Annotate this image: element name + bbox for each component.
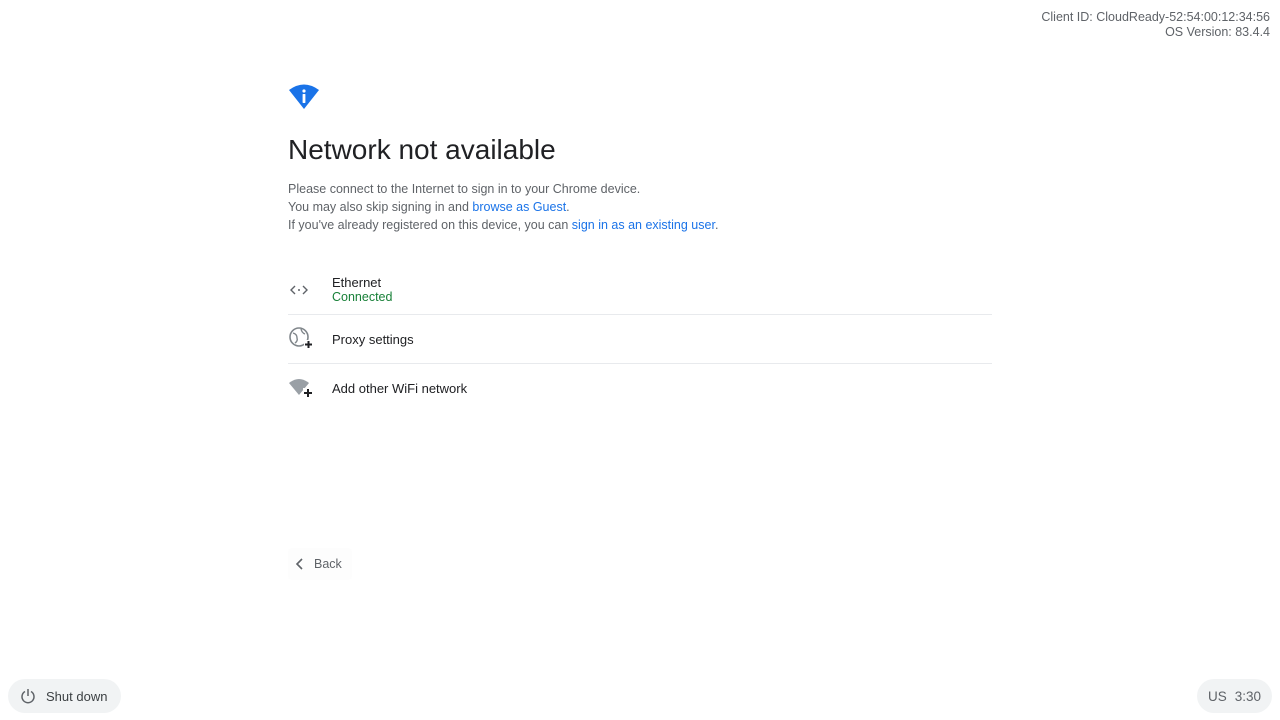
network-list: Ethernet Connected Proxy settings Add ot… <box>288 266 992 412</box>
os-version-text: OS Version: 83.4.4 <box>1165 25 1270 39</box>
client-info: Client ID: CloudReady-52:54:00:12:34:56 … <box>1041 10 1270 40</box>
wifi-info-icon <box>289 84 319 109</box>
description-line-3: If you've already registered on this dev… <box>288 216 992 234</box>
network-item-proxy-settings[interactable]: Proxy settings <box>288 315 992 364</box>
existing-user-link[interactable]: sign in as an existing user <box>572 218 715 232</box>
network-name: Proxy settings <box>332 331 414 347</box>
description-line-3-text: If you've already registered on this dev… <box>288 218 572 232</box>
ethernet-icon <box>290 285 308 295</box>
back-label: Back <box>314 557 342 571</box>
browse-as-guest-link[interactable]: browse as Guest <box>472 200 566 214</box>
chevron-left-icon <box>295 558 303 570</box>
back-button[interactable]: Back <box>288 548 352 580</box>
ime-indicator: US <box>1207 688 1227 704</box>
network-item-add-wifi[interactable]: Add other WiFi network <box>288 364 992 412</box>
network-name: Ethernet <box>332 275 382 290</box>
client-id-text: Client ID: CloudReady-52:54:00:12:34:56 <box>1041 10 1270 24</box>
login-screen: Client ID: CloudReady-52:54:00:12:34:56 … <box>0 0 1280 720</box>
clock: 3:30 <box>1234 688 1261 704</box>
shutdown-label: Shut down <box>46 688 108 704</box>
page-title: Network not available <box>288 134 556 165</box>
description-line-2-suffix: . <box>566 200 570 214</box>
network-description: Please connect to the Internet to sign i… <box>288 180 992 234</box>
network-name: Add other WiFi network <box>332 380 468 396</box>
proxy-settings-icon <box>289 327 313 349</box>
description-line-2: You may also skip signing in and browse … <box>288 198 992 216</box>
status-tray[interactable]: US 3:30 <box>1196 679 1272 713</box>
power-icon <box>21 689 35 704</box>
description-line-3-suffix: . <box>714 218 719 232</box>
network-screen: Network not available Please connect to … <box>288 82 992 412</box>
description-line-1: Please connect to the Internet to sign i… <box>288 182 641 196</box>
shutdown-button[interactable]: Shut down <box>8 679 122 713</box>
add-wifi-icon <box>289 379 313 398</box>
network-item-ethernet[interactable]: Ethernet Connected <box>288 266 992 315</box>
network-status: Connected <box>332 290 393 304</box>
description-line-2-text: You may also skip signing in and <box>288 200 473 214</box>
